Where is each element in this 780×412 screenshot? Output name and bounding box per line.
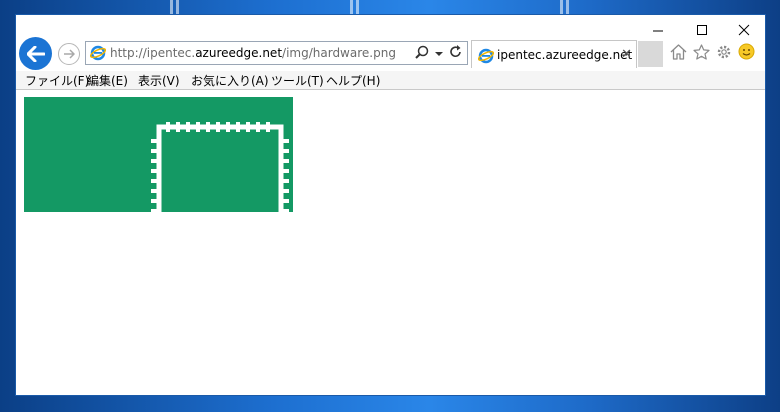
menu-tools[interactable]: ツール(T) xyxy=(271,72,324,89)
back-button[interactable] xyxy=(19,37,52,70)
tab-close-icon[interactable]: ✕ xyxy=(621,47,632,62)
feedback-smiley-icon[interactable] xyxy=(738,43,755,63)
favorites-star-icon[interactable] xyxy=(693,43,710,63)
search-icon[interactable] xyxy=(415,45,429,62)
arrow-right-icon xyxy=(64,49,75,59)
gear-icon[interactable] xyxy=(716,44,732,63)
menu-edit[interactable]: 編集(E) xyxy=(87,72,128,89)
home-icon[interactable] xyxy=(670,43,687,63)
chevron-down-icon[interactable] xyxy=(435,47,443,61)
menu-help[interactable]: ヘルプ(H) xyxy=(326,72,380,89)
tab-title: ipentec.azureedge.net xyxy=(497,48,633,62)
ie-logo-icon xyxy=(477,48,495,67)
navigation-bar: http://ipentec.azureedge.net/img/hardwar… xyxy=(16,37,765,71)
maximize-icon xyxy=(697,25,707,35)
menu-bar: ファイル(F) 編集(E) 表示(V) お気に入り(A) ツール(T) ヘルプ(… xyxy=(16,71,765,90)
menu-file[interactable]: ファイル(F) xyxy=(25,72,89,89)
forward-button[interactable] xyxy=(58,43,80,65)
address-url[interactable]: http://ipentec.azureedge.net/img/hardwar… xyxy=(110,46,396,60)
page-content xyxy=(16,90,765,395)
ie-logo-icon xyxy=(89,45,107,64)
arrow-left-icon xyxy=(26,45,45,62)
close-icon xyxy=(738,24,750,36)
menu-view[interactable]: 表示(V) xyxy=(138,72,180,89)
tab-ipentec[interactable]: ipentec.azureedge.net ✕ xyxy=(471,40,637,68)
toolbar-icons xyxy=(670,43,755,63)
menu-favorites[interactable]: お気に入り(A) xyxy=(191,72,269,89)
chip-icon xyxy=(151,122,289,212)
address-bar[interactable]: http://ipentec.azureedge.net/img/hardwar… xyxy=(85,41,468,65)
refresh-icon[interactable] xyxy=(449,45,463,62)
new-tab-button[interactable] xyxy=(638,41,663,67)
minimize-icon xyxy=(653,30,663,32)
browser-window: http://ipentec.azureedge.net/img/hardwar… xyxy=(15,14,766,396)
hardware-image xyxy=(24,97,293,212)
